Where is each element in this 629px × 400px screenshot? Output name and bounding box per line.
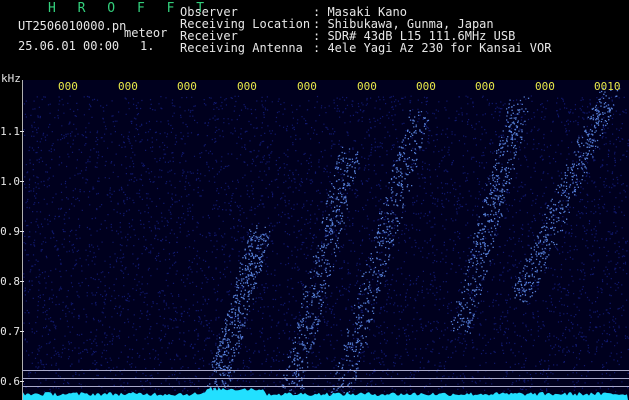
x-tick-label: 000 xyxy=(237,80,257,93)
y-axis-line xyxy=(22,80,23,400)
y-tick-mark xyxy=(20,181,24,182)
echo-streaks xyxy=(207,87,621,400)
y-tick-label: 1.1 xyxy=(0,125,20,138)
x-tick-label: 000 xyxy=(297,80,317,93)
y-tick-label: 0.9 xyxy=(0,225,20,238)
x-tick-label: 000 xyxy=(416,80,436,93)
x-tick-label: 000 xyxy=(535,80,555,93)
noise-speckles xyxy=(23,95,629,393)
y-tick-mark xyxy=(20,281,24,282)
x-tick-label: 000 xyxy=(58,80,78,93)
y-tick-mark xyxy=(20,381,24,382)
x-tick-label: 000 xyxy=(357,80,377,93)
y-tick-label: 0.7 xyxy=(0,325,20,338)
spectrogram-noise-layer xyxy=(23,87,629,400)
y-tick-label: 0.6 xyxy=(0,375,20,388)
y-tick-mark xyxy=(20,331,24,332)
reference-line xyxy=(22,386,629,387)
reference-line xyxy=(22,378,629,379)
y-tick-mark xyxy=(20,231,24,232)
y-tick-label: 0.8 xyxy=(0,275,20,288)
x-tick-label: 000 xyxy=(475,80,495,93)
y-tick-label: 1.0 xyxy=(0,175,20,188)
x-tick-label: 0010 xyxy=(594,80,621,93)
x-tick-label: 000 xyxy=(177,80,197,93)
baseline-signal xyxy=(23,387,628,400)
hroft-window: H R O F F T UT2506010000.pn meteor 25.06… xyxy=(0,0,629,400)
y-unit-label: kHz xyxy=(1,72,21,85)
x-tick-label: 000 xyxy=(118,80,138,93)
reference-line xyxy=(22,370,629,371)
y-tick-mark xyxy=(20,131,24,132)
